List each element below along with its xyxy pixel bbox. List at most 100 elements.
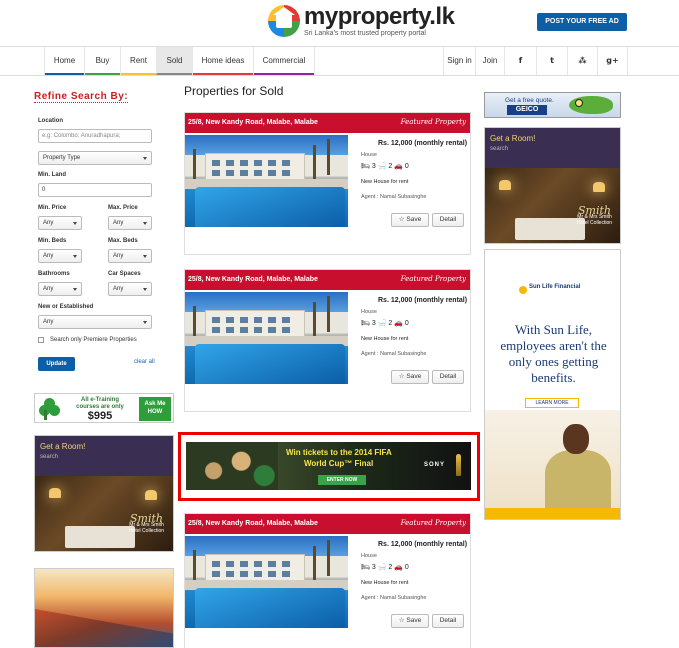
geico-ad[interactable]: Get a free quote. GEICO	[484, 92, 621, 118]
listing-type: House	[361, 309, 377, 315]
fifa-ad-line2: World Cup™ Final	[304, 459, 374, 468]
bed-icon: 🛏	[361, 163, 370, 170]
ask-me-how-button[interactable]: Ask Me HOW	[139, 397, 171, 421]
listing-photo[interactable]	[185, 135, 348, 227]
min-price-select[interactable]: Any	[38, 216, 82, 230]
sun-life-ad[interactable]: Sun Life Financial With Sun Life, employ…	[484, 249, 621, 520]
get-a-room-title: Get a Room!	[40, 442, 86, 451]
listing-photo[interactable]	[185, 292, 348, 384]
save-label: Save	[406, 373, 422, 380]
clear-all-link[interactable]: clear all	[134, 359, 155, 365]
page-title: Properties for Sold	[184, 84, 284, 98]
listing-address[interactable]: 25/8, New Kandy Road, Malabe, Malabe	[188, 276, 318, 283]
listing-header: 25/8, New Kandy Road, Malabe, Malabe Fea…	[185, 113, 470, 133]
twitter-icon[interactable]: t	[536, 47, 567, 75]
woman-photo	[485, 410, 620, 508]
listing-address[interactable]: 25/8, New Kandy Road, Malabe, Malabe	[188, 520, 318, 527]
star-icon: ☆	[398, 617, 405, 624]
new-established-label: New or Established	[38, 304, 94, 310]
get-a-room-title: Get a Room!	[490, 134, 536, 143]
art-ad-image[interactable]	[34, 568, 174, 648]
max-price-label: Max. Price	[108, 205, 138, 211]
sun-life-message: With Sun Life, employees aren't the only…	[500, 322, 607, 385]
clover-icon	[39, 398, 61, 420]
crowd-image	[186, 442, 278, 490]
save-button[interactable]: ☆ Save	[391, 614, 429, 628]
nav-sold-label: Sold	[166, 56, 183, 65]
listing-header: 25/8, New Kandy Road, Malabe, Malabe Fea…	[185, 514, 470, 534]
get-a-room-search: search	[490, 146, 509, 152]
learn-more-button[interactable]: LEARN MORE	[525, 398, 579, 408]
rss-icon[interactable]: ⁂	[567, 47, 597, 75]
baths-count: 2	[388, 564, 393, 571]
nav-home-ideas[interactable]: Home ideas	[192, 47, 253, 75]
min-land-label: Min. Land	[38, 172, 66, 178]
star-icon: ☆	[398, 373, 405, 380]
fifa-world-cup-ad[interactable]: Win tickets to the 2014 FIFA World Cup™ …	[186, 442, 471, 490]
listing-type: House	[361, 553, 377, 559]
listing-price: Rs. 12,000 (monthly rental)	[378, 297, 468, 304]
fifa-ad-highlight: Win tickets to the 2014 FIFA World Cup™ …	[178, 432, 480, 501]
training-ad-line1: All e-Training	[80, 397, 119, 403]
detail-button[interactable]: Detail	[432, 213, 464, 227]
facebook-icon[interactable]: f	[504, 47, 536, 75]
location-input[interactable]: e.g: Colombo; Anuradhapura;	[38, 129, 152, 143]
new-established-select[interactable]: Any	[38, 315, 152, 329]
min-price-value: Any	[43, 220, 54, 226]
bed-icon: 🛏	[361, 320, 370, 327]
listing-card[interactable]: 25/8, New Kandy Road, Malabe, Malabe Fea…	[184, 269, 471, 412]
nav-sold[interactable]: Sold	[156, 47, 192, 75]
nav-home-label: Home	[53, 56, 76, 65]
e-training-ad[interactable]: All e-Training courses are only $995 Ask…	[34, 393, 174, 423]
listing-card[interactable]: 25/8, New Kandy Road, Malabe, Malabe Fea…	[184, 513, 471, 648]
min-beds-select[interactable]: Any	[38, 249, 82, 263]
training-ad-price: $995	[87, 410, 113, 422]
listing-price: Rs. 12,000 (monthly rental)	[378, 140, 468, 147]
max-beds-select[interactable]: Any	[108, 249, 152, 263]
site-logo[interactable]: myproperty.lk Sri Lanka's most trusted p…	[268, 3, 455, 37]
get-a-room-ad-left[interactable]: Get a Room! search Smith Mr & Mrs Smith …	[34, 435, 174, 552]
smith-brand-sub: Hotel Collection	[129, 528, 165, 534]
listing-address[interactable]: 25/8, New Kandy Road, Malabe, Malabe	[188, 119, 318, 126]
featured-label: Featured Property	[400, 275, 466, 283]
max-price-select[interactable]: Any	[108, 216, 152, 230]
update-button[interactable]: Update	[38, 357, 75, 371]
get-a-room-ad-right[interactable]: Get a Room! search Smith Mr & Mrs Smith …	[484, 127, 621, 244]
listing-agent: Agent : Namal Subasinghe	[361, 351, 427, 357]
join-label: Join	[482, 56, 498, 65]
sun-life-logo: Sun Life Financial	[529, 284, 581, 290]
enter-now-button[interactable]: ENTER NOW	[318, 475, 366, 485]
sun-life-footer-bar	[485, 508, 620, 519]
logo-name: myproperty.lk	[304, 3, 455, 30]
premiere-only-label: Search only Premiere Properties	[50, 337, 137, 343]
listing-card[interactable]: 25/8, New Kandy Road, Malabe, Malabe Fea…	[184, 112, 471, 255]
listing-features: 🛏 3 🛁 2 🚗 0	[361, 319, 409, 327]
nav-sign-in[interactable]: Sign in	[443, 47, 475, 75]
car-spaces-select[interactable]: Any	[108, 282, 152, 296]
smith-brand-sub: Hotel Collection	[577, 220, 613, 226]
nav-commercial[interactable]: Commercial	[253, 47, 315, 75]
nav-rent[interactable]: Rent	[120, 47, 156, 75]
listing-description: New House for rent	[361, 336, 409, 342]
nav-join[interactable]: Join	[475, 47, 504, 75]
nav-home-ideas-label: Home ideas	[201, 56, 245, 65]
google-plus-icon[interactable]: g+	[597, 47, 628, 75]
listing-photo[interactable]	[185, 536, 348, 628]
bath-icon: 🛁	[377, 320, 387, 327]
detail-button[interactable]: Detail	[432, 370, 464, 384]
min-land-input[interactable]: 0	[38, 183, 152, 197]
premiere-only-checkbox[interactable]	[38, 337, 44, 343]
cars-count: 0	[404, 163, 409, 170]
property-type-value: Property Type	[43, 155, 81, 161]
trophy-icon	[456, 454, 461, 476]
detail-button[interactable]: Detail	[432, 614, 464, 628]
bathrooms-select[interactable]: Any	[38, 282, 82, 296]
post-free-ad-button[interactable]: POST YOUR FREE AD	[537, 13, 627, 31]
nav-home[interactable]: Home	[44, 47, 84, 75]
save-button[interactable]: ☆ Save	[391, 213, 429, 227]
property-type-select[interactable]: Property Type	[38, 151, 152, 165]
cars-count: 0	[404, 320, 409, 327]
min-price-label: Min. Price	[38, 205, 67, 211]
save-button[interactable]: ☆ Save	[391, 370, 429, 384]
nav-buy[interactable]: Buy	[84, 47, 120, 75]
